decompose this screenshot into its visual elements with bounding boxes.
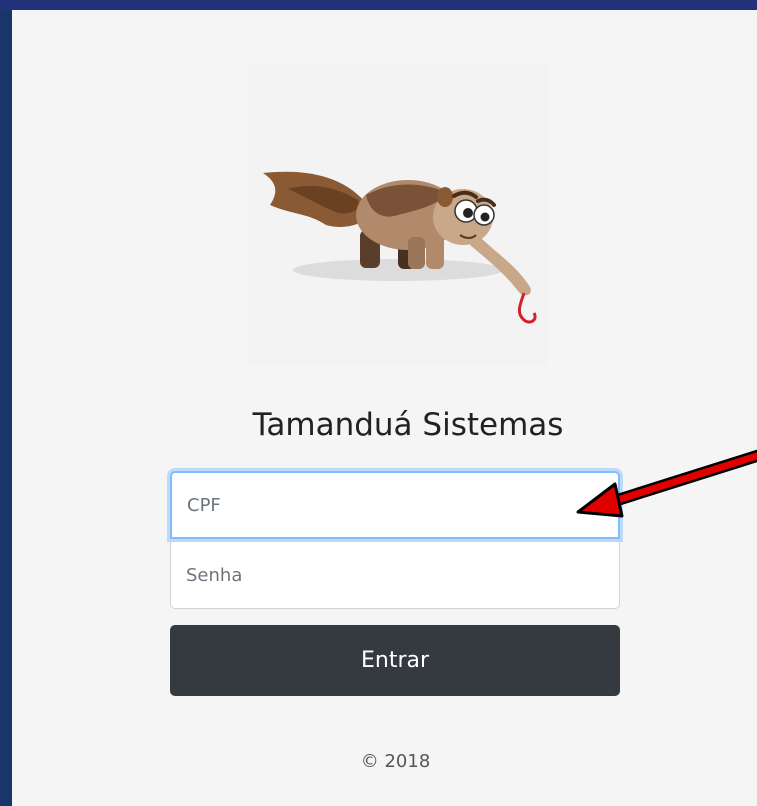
anteater-icon bbox=[263, 171, 537, 324]
cpf-input[interactable] bbox=[170, 471, 620, 539]
anteater-logo bbox=[248, 65, 548, 365]
login-button[interactable]: Entrar bbox=[170, 625, 620, 696]
page-title: Tamanduá Sistemas bbox=[252, 407, 564, 443]
window-top-bar bbox=[0, 0, 757, 10]
copyright-footer: © 2018 bbox=[360, 751, 431, 772]
login-panel: Tamanduá Sistemas Entrar © 2018 bbox=[12, 10, 757, 806]
password-input[interactable] bbox=[170, 541, 620, 609]
